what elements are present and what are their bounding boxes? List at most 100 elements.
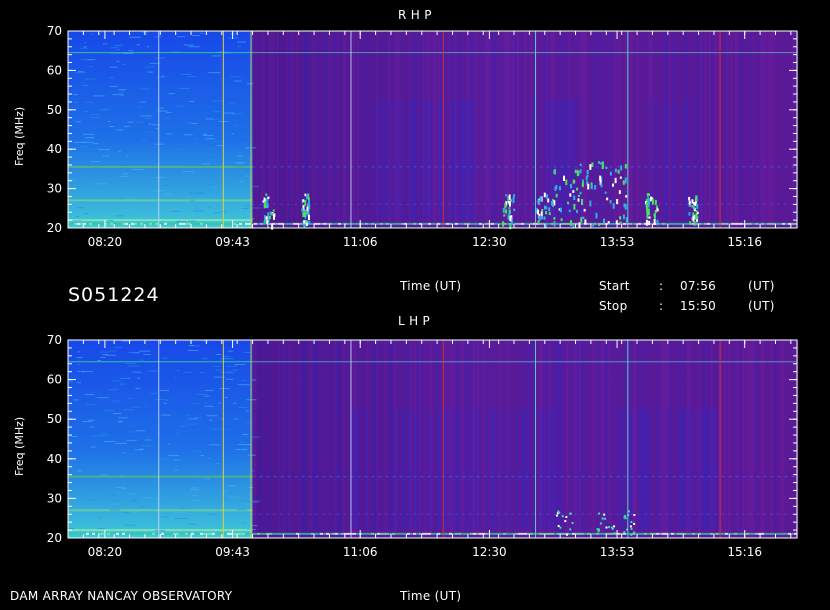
lhp-lowband — [680, 532, 683, 535]
rhp-burst-pixel — [305, 222, 308, 227]
lhp-lowband — [653, 532, 656, 535]
lhp-lowband — [161, 532, 164, 535]
lhp-streak — [674, 340, 677, 538]
rhp-streak — [608, 31, 611, 228]
rhp-speckle — [216, 145, 223, 147]
lhp-streak — [464, 340, 467, 538]
lhp-speckle — [243, 447, 246, 449]
lhp-streak — [344, 340, 347, 538]
lhp-ytick-label: 40 — [47, 452, 62, 466]
rhp-burst-pixel — [579, 163, 582, 167]
lhp-speckle — [150, 393, 158, 395]
lhp-streak — [784, 340, 787, 538]
rhp-burst-pixel — [302, 199, 305, 202]
rhp-streak — [642, 31, 645, 228]
lhp-speckle — [204, 389, 214, 391]
rhp-speckle — [120, 197, 124, 199]
lhp-speckle — [224, 396, 228, 398]
rhp-speckle — [137, 106, 141, 108]
lhp-lowband — [509, 532, 512, 535]
lhp-streak — [292, 340, 295, 538]
rhp-lowband — [74, 222, 77, 225]
lhp-streak — [770, 340, 773, 538]
rhp-patch — [408, 99, 411, 219]
rhp-streak — [436, 31, 439, 228]
rhp-lowband — [386, 222, 389, 225]
lhp-speckle — [204, 405, 215, 407]
lhp-speckle — [158, 458, 169, 460]
lhp-speckle — [176, 370, 181, 372]
rhp-speckle — [75, 121, 81, 123]
lhp-lowband — [164, 532, 167, 535]
rhp-patch — [411, 99, 414, 219]
lhp-streak — [716, 340, 719, 538]
rhp-speckle — [102, 155, 110, 157]
rhp-speckle — [208, 72, 221, 74]
lhp-speckle — [159, 389, 169, 391]
rhp-streak — [286, 31, 289, 228]
rhp-speckle — [191, 35, 201, 37]
rhp-streak — [706, 31, 709, 228]
rhp-burst-pixel — [601, 165, 604, 170]
rhp-streak — [492, 31, 495, 228]
rhp-burst-pixel — [569, 193, 572, 197]
lhp-lowband — [80, 532, 83, 535]
rhp-burst-pixel — [548, 212, 551, 216]
rhp-burst-pixel — [503, 214, 506, 217]
rhp-speckle — [69, 179, 75, 181]
rhp-burst-pixel — [560, 218, 563, 221]
lhp-patch — [687, 409, 690, 529]
lhp-lowband — [146, 532, 149, 535]
lhp-speckle — [119, 475, 126, 477]
lhp-speckle — [164, 402, 167, 404]
lhp-streak — [546, 340, 549, 538]
rhp-speckle — [109, 86, 119, 88]
rhp-burst-pixel — [548, 207, 551, 212]
rhp-streak — [752, 31, 755, 228]
lhp-streak — [788, 340, 791, 538]
lhp-xtick-label: 11:06 — [343, 545, 378, 559]
lhp-speckle — [234, 418, 239, 420]
lhp-xtick-label: 08:20 — [88, 545, 123, 559]
lhp-speckle — [207, 513, 216, 515]
rhp-lowband — [335, 222, 338, 225]
lhp-lowband — [224, 532, 227, 535]
lhp-speckle — [248, 525, 258, 527]
rhp-streak — [488, 31, 491, 228]
rhp-streak — [284, 31, 287, 228]
rhp-lowband — [257, 222, 260, 225]
lhp-speckle — [77, 351, 80, 353]
lhp-speckle — [196, 393, 209, 395]
rhp-speckle — [83, 111, 88, 113]
lhp-lowband — [272, 532, 275, 535]
rhp-speckle — [102, 43, 108, 45]
lhp-lowband — [335, 532, 338, 535]
rhp-burst-pixel — [308, 204, 311, 210]
lhp-patch — [666, 409, 669, 529]
rhp-speckle — [110, 53, 121, 55]
lhp-lowband — [290, 532, 293, 535]
rhp-streak — [278, 31, 281, 228]
rhp-speckle — [83, 46, 87, 48]
rhp-streak — [790, 31, 793, 228]
lhp-speckle — [210, 428, 223, 430]
lhp-streak — [488, 340, 491, 538]
rhp-streak — [612, 31, 615, 228]
rhp-streak — [542, 31, 545, 228]
lhp-streak — [424, 340, 427, 538]
rhp-streak — [720, 31, 723, 228]
lhp-speckle — [104, 440, 116, 442]
lhp-streak — [336, 340, 339, 538]
rhp-burst-pixel — [508, 206, 511, 210]
rhp-lowband — [233, 222, 236, 225]
lhp-streak — [792, 340, 795, 538]
lhp-streak — [676, 340, 679, 538]
rhp-burst-pixel — [586, 169, 589, 175]
lhp-lowband — [770, 532, 773, 535]
rhp-speckle — [168, 208, 177, 210]
rhp-speckle — [162, 185, 168, 187]
rhp-streak — [254, 31, 257, 228]
lhp-streak — [378, 340, 381, 538]
lhp-streak — [650, 340, 653, 538]
lhp-streak — [558, 340, 561, 538]
